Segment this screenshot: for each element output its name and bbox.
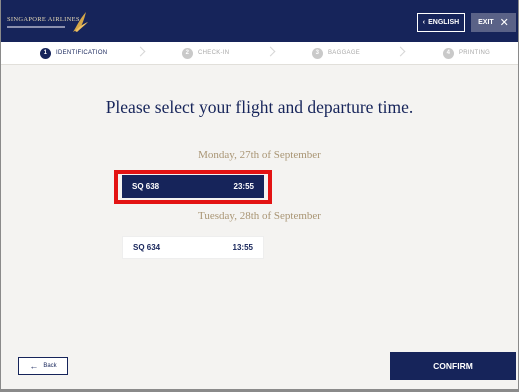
step-label: PRINTING — [459, 50, 491, 56]
flight-number: SQ 638 — [132, 182, 160, 191]
language-label: ENGLISH — [428, 19, 460, 26]
flight-number: SQ 634 — [133, 243, 161, 252]
step-identification: 1 IDENTIFICATION — [40, 47, 107, 59]
chevron-right-icon — [395, 46, 406, 57]
bird-logo-icon — [73, 12, 88, 32]
back-label: Back — [43, 363, 57, 369]
step-baggage: 3 BAGGAGE — [312, 47, 360, 59]
top-bar: SINGAPORE AIRLINES ‹ ENGLISH EXIT ✕ — [1, 0, 518, 42]
flight-option-sq634[interactable]: SQ 634 13:55 — [122, 236, 264, 259]
step-number: 4 — [443, 47, 454, 59]
step-label: IDENTIFICATION — [56, 50, 108, 56]
departure-time: 23:55 — [233, 182, 254, 191]
step-label: BAGGAGE — [328, 50, 361, 56]
back-button[interactable]: ← Back — [18, 357, 68, 375]
flight-option-sq638[interactable]: SQ 638 23:55 — [122, 175, 264, 198]
exit-button[interactable]: EXIT ✕ — [471, 13, 516, 32]
chevron-left-icon: ‹ — [422, 19, 426, 26]
departure-time: 13:55 — [232, 243, 253, 252]
confirm-button[interactable]: CONFIRM — [390, 352, 516, 380]
date-heading: Monday, 27th of September — [198, 149, 321, 161]
close-icon: ✕ — [499, 17, 509, 29]
exit-label: EXIT — [478, 19, 494, 26]
kiosk-screen: SINGAPORE AIRLINES ‹ ENGLISH EXIT ✕ 1 ID… — [0, 0, 519, 392]
step-number: 3 — [312, 47, 323, 59]
step-label: CHECK-IN — [198, 50, 230, 56]
step-checkin: 2 CHECK-IN — [182, 47, 229, 59]
chevron-right-icon — [265, 46, 276, 57]
step-printing: 4 PRINTING — [443, 47, 490, 59]
logo-text: SINGAPORE AIRLINES — [7, 16, 80, 23]
logo-tagline-bar — [7, 26, 65, 28]
chevron-right-icon — [135, 46, 146, 57]
date-heading: Tuesday, 28th of September — [198, 210, 321, 222]
arrow-left-icon: ← — [29, 361, 39, 371]
page-title: Please select your flight and departure … — [105, 97, 414, 117]
airline-logo: SINGAPORE AIRLINES — [7, 10, 117, 36]
language-button[interactable]: ‹ ENGLISH — [417, 13, 465, 32]
progress-steps: 1 IDENTIFICATION 2 CHECK-IN 3 BAGGAGE 4 … — [1, 42, 518, 65]
step-number: 2 — [182, 47, 193, 59]
step-number: 1 — [40, 47, 51, 59]
